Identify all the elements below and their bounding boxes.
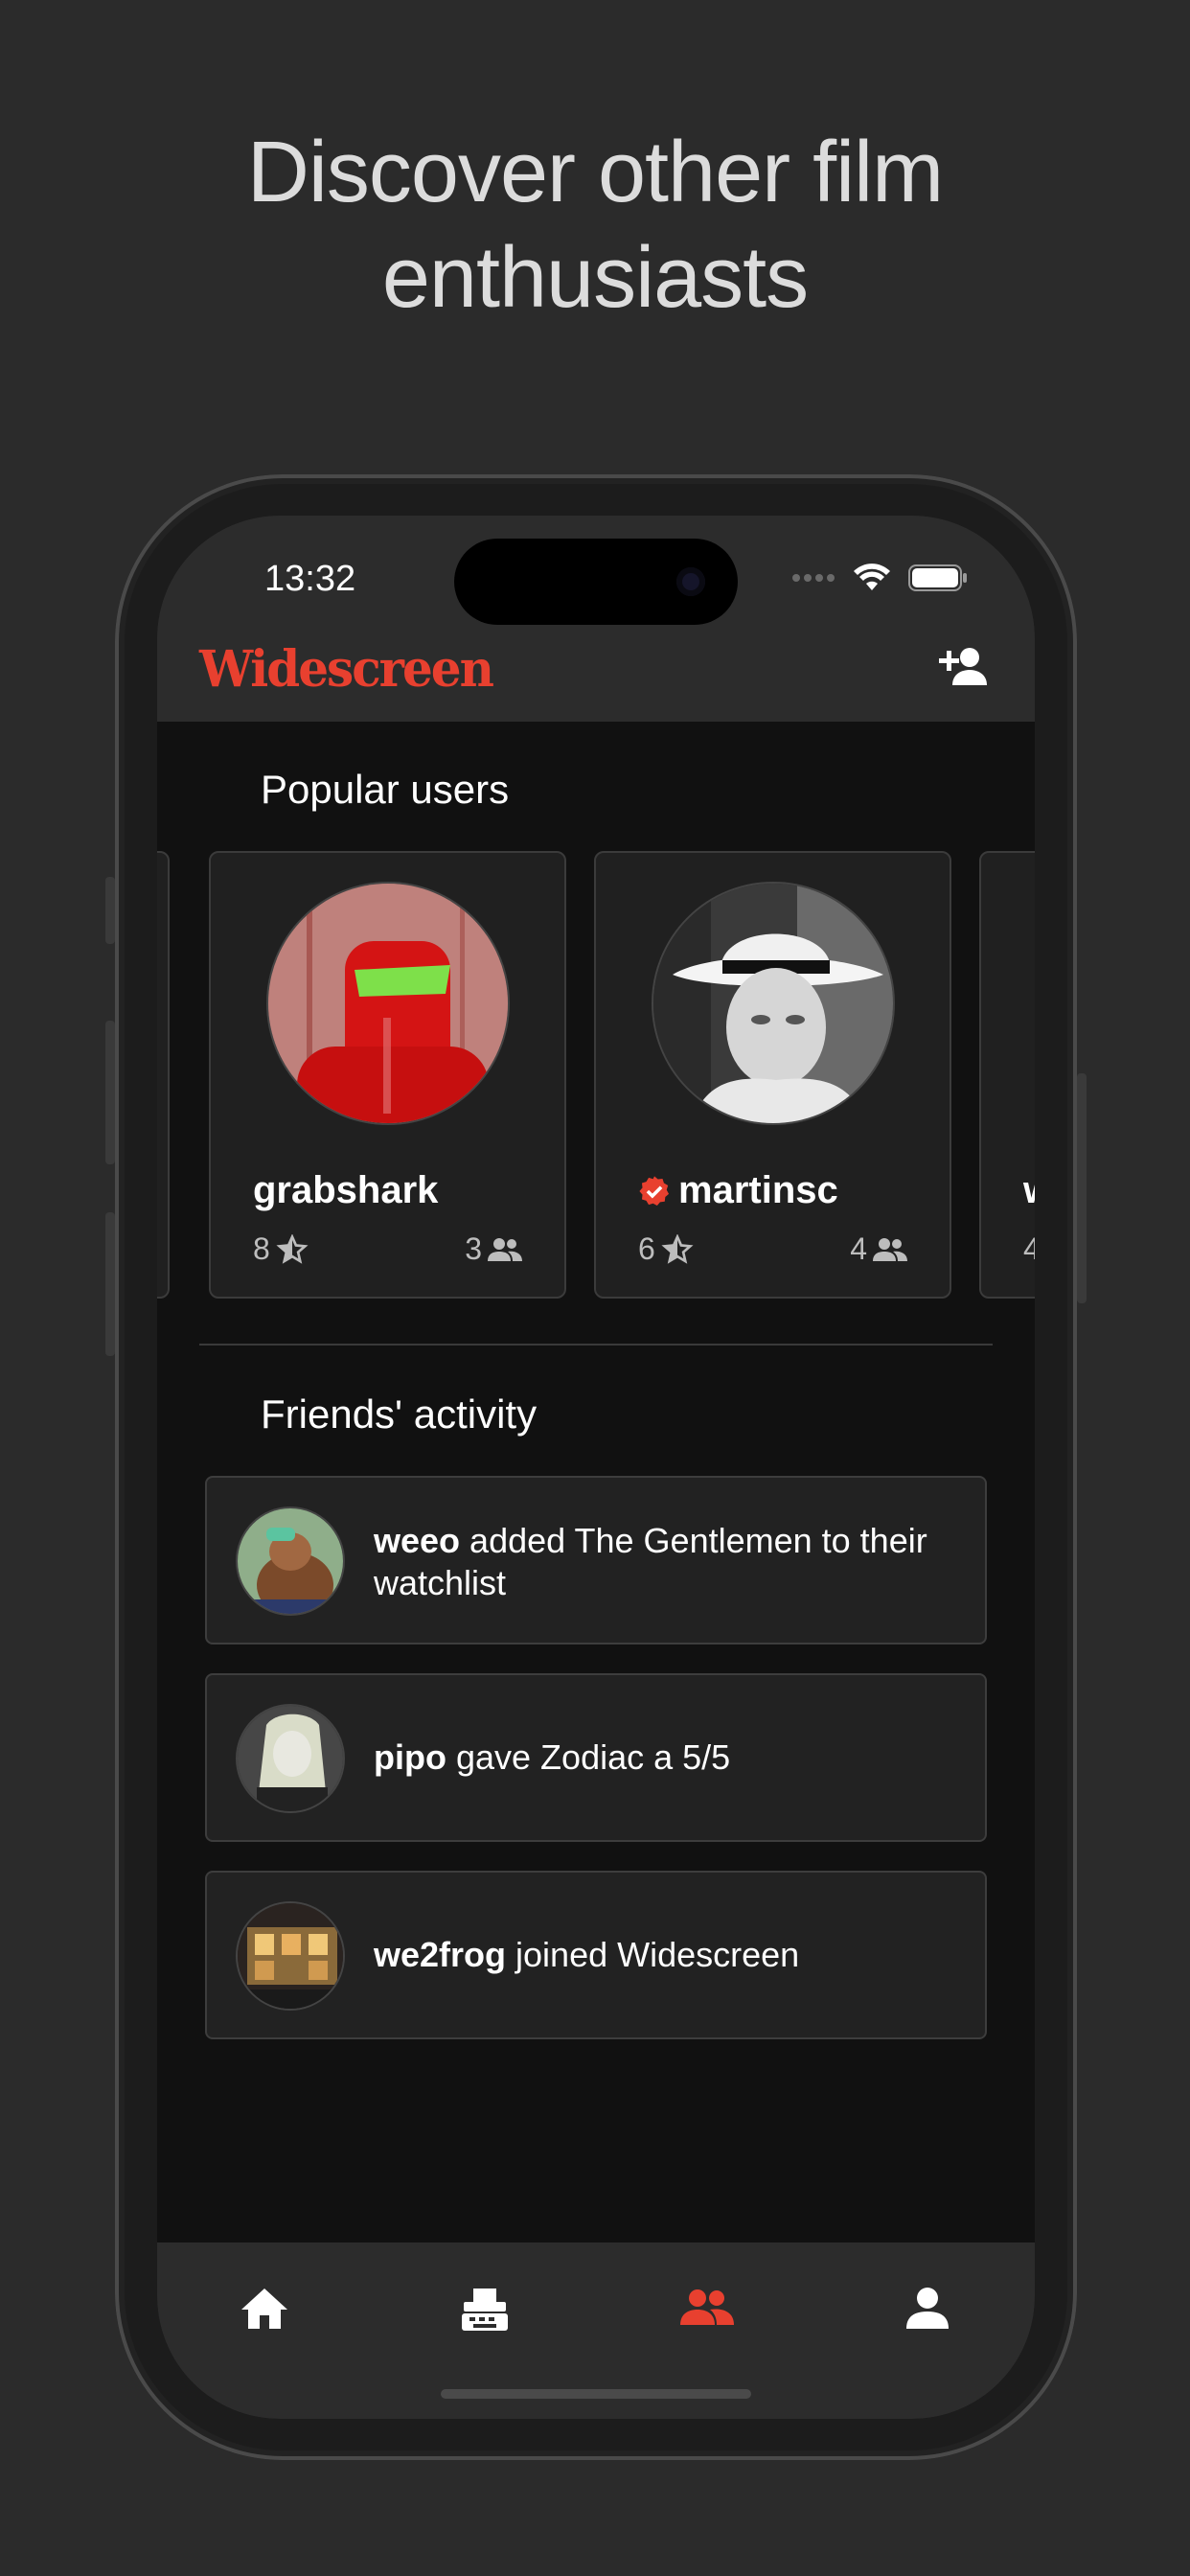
ratings-count: 4 [1023, 1231, 1035, 1267]
username-text: grabshark [253, 1169, 439, 1211]
people-icon [680, 2289, 734, 2325]
activity-username[interactable]: we2frog [374, 1935, 506, 1974]
activity-username[interactable]: pipo [374, 1737, 446, 1777]
dynamic-island [454, 539, 738, 625]
ratings-value: 8 [253, 1231, 270, 1266]
typewriter-icon [462, 2288, 508, 2331]
phone-volume-down [105, 1212, 115, 1356]
tab-home[interactable] [236, 2279, 293, 2336]
username: w [1023, 1169, 1035, 1212]
ratings-count: 8 [253, 1231, 309, 1267]
people-icon [488, 1237, 522, 1261]
wifi-icon [854, 564, 890, 590]
activity-item[interactable]: we2frog joined Widescreen [205, 1871, 987, 2039]
activity-item[interactable]: pipo gave Zodiac a 5/5 [205, 1673, 987, 1842]
battery-icon [908, 564, 967, 591]
home-icon [241, 2288, 287, 2329]
status-icons [791, 564, 968, 592]
verified-badge-icon [639, 1175, 670, 1206]
tab-diary[interactable] [456, 2279, 514, 2336]
half-star-icon [276, 1233, 309, 1264]
activity-username[interactable]: weeo [374, 1521, 460, 1560]
user-card-grabshark[interactable]: grabshark 8 3 [209, 851, 566, 1299]
ratings-value: 6 [638, 1231, 655, 1266]
friends-activity-title: Friends' activity [261, 1392, 538, 1437]
phone-power-button [1077, 1073, 1087, 1303]
avatar [266, 882, 510, 1125]
avatar [236, 1901, 345, 2011]
activity-description: joined Widescreen [506, 1935, 800, 1974]
activity-text: we2frog joined Widescreen [374, 1934, 949, 1976]
headline-line-1: Discover other film [246, 125, 944, 220]
avatar [236, 1704, 345, 1813]
tab-profile[interactable] [899, 2279, 956, 2336]
avatar [236, 1506, 345, 1616]
tab-social[interactable] [678, 2279, 736, 2336]
user-card-next[interactable]: w 4 [979, 851, 1035, 1299]
activity-text: weeo added The Gentlemen to their watchl… [374, 1520, 949, 1604]
activity-item[interactable]: weeo added The Gentlemen to their watchl… [205, 1476, 987, 1644]
headline-line-2: enthusiasts [381, 230, 809, 326]
username: martinsc [638, 1169, 838, 1212]
avatar [652, 882, 895, 1125]
app-header: 13:32 Widescreen [157, 516, 1035, 722]
ratings-value: 4 [1023, 1231, 1035, 1266]
popular-users-title: Popular users [261, 767, 510, 812]
user-card-martinsc[interactable]: martinsc 6 4 [594, 851, 951, 1299]
section-divider [199, 1344, 993, 1346]
phone-volume-up [105, 1021, 115, 1164]
half-star-icon [661, 1233, 694, 1264]
user-card-previous[interactable] [157, 851, 170, 1299]
camera-icon [676, 567, 705, 596]
app-logo: Widescreen [199, 638, 494, 699]
status-time: 13:32 [264, 559, 356, 599]
username-text: w [1023, 1169, 1035, 1212]
friends-value: 3 [465, 1231, 482, 1266]
username-text: martinsc [678, 1169, 838, 1211]
add-friend-button[interactable] [933, 645, 987, 687]
phone-action-button [105, 877, 115, 944]
friends-value: 4 [850, 1231, 867, 1266]
marketing-headline: Discover other film enthusiasts [0, 120, 1190, 331]
friends-count: 3 [465, 1231, 522, 1267]
activity-text: pipo gave Zodiac a 5/5 [374, 1736, 949, 1779]
phone-screen: 13:32 Widescreen Popular users grabshark… [157, 516, 1035, 2419]
activity-description: gave Zodiac a 5/5 [446, 1737, 731, 1777]
friends-count: 4 [850, 1231, 907, 1267]
home-indicator[interactable] [441, 2389, 751, 2399]
ratings-count: 6 [638, 1231, 694, 1267]
person-icon [906, 2288, 949, 2329]
username: grabshark [253, 1169, 438, 1212]
people-icon [873, 1237, 907, 1261]
signal-icon [792, 574, 835, 582]
